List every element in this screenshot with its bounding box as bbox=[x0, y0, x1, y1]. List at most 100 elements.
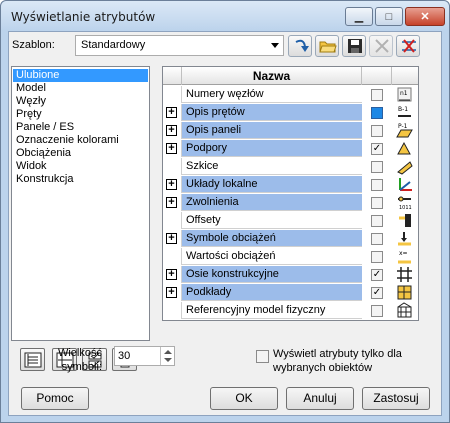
grid-row[interactable]: Wartości obciążeń x= bbox=[163, 248, 418, 265]
local-systems-icon bbox=[396, 176, 413, 193]
expand-row-button[interactable]: + bbox=[166, 143, 177, 154]
expand-row-button[interactable]: + bbox=[166, 179, 177, 190]
attribute-checkbox[interactable] bbox=[371, 107, 383, 119]
category-item-color-coding[interactable]: Oznaczenie kolorami bbox=[13, 134, 148, 147]
expand-row-button[interactable]: + bbox=[166, 287, 177, 298]
close-icon: ✕ bbox=[420, 11, 430, 23]
attribute-name: Numery węzłów bbox=[181, 86, 362, 103]
template-dropdown[interactable]: Standardowy bbox=[75, 35, 284, 56]
sketches-icon bbox=[396, 158, 413, 175]
attribute-name: Symbole obciążeń bbox=[181, 230, 362, 247]
expand-row-button[interactable]: + bbox=[166, 233, 177, 244]
expand-row-button[interactable]: + bbox=[166, 269, 177, 280]
node-numbers-icon: n1 bbox=[396, 86, 413, 103]
grid-row[interactable]: + Symbole obciążeń bbox=[163, 230, 418, 247]
attribute-checkbox[interactable] bbox=[371, 251, 383, 263]
grid-row[interactable]: + Układy lokalne bbox=[163, 176, 418, 193]
symbol-size-stepper[interactable]: 30 bbox=[114, 346, 175, 366]
open-folder-icon bbox=[319, 41, 337, 53]
attribute-name: Opis paneli bbox=[181, 122, 362, 139]
symbol-size-label-line2: symboli: bbox=[61, 361, 102, 373]
expand-row-button[interactable]: + bbox=[166, 197, 177, 208]
category-item-view[interactable]: Widok bbox=[13, 160, 148, 173]
attribute-checkbox[interactable] bbox=[371, 89, 383, 101]
attribute-checkbox[interactable]: ✓ bbox=[371, 287, 383, 299]
window-title: Wyświetlanie atrybutów bbox=[11, 10, 156, 24]
grid-row[interactable]: + Osie konstrukcyjne ✓ bbox=[163, 266, 418, 283]
attribute-checkbox[interactable] bbox=[371, 197, 383, 209]
attributes-grid: Nazwa Numery węzłów n1 + Opis prętów B-1 + Opi… bbox=[162, 66, 419, 321]
grid-row[interactable]: + Opis paneli P-1 bbox=[163, 122, 418, 139]
minimize-icon: ▁ bbox=[354, 11, 364, 23]
grid-row[interactable]: Referencyjny model fizyczny bbox=[163, 302, 418, 319]
attribute-checkbox[interactable] bbox=[371, 215, 383, 227]
maximize-button[interactable]: □ bbox=[375, 7, 403, 26]
category-list: Ulubione Model Węzły Pręty Panele / ES O… bbox=[11, 66, 150, 371]
grid-row[interactable]: Szkice bbox=[163, 158, 418, 175]
attribute-name: Wartości obciążeń bbox=[181, 248, 362, 265]
delete-icon bbox=[375, 39, 389, 53]
category-item-panels[interactable]: Panele / ES bbox=[13, 121, 148, 134]
help-button[interactable]: Pomoc bbox=[21, 387, 89, 410]
grid-row[interactable]: + Zwolnienia 1011 bbox=[163, 194, 418, 211]
dialog-client-area: Szablon: Standardowy Ulubione Model Węzł… bbox=[8, 31, 442, 416]
underlays-icon bbox=[396, 284, 413, 301]
category-item-bars[interactable]: Pręty bbox=[13, 108, 148, 121]
attribute-name: Osie konstrukcyjne bbox=[181, 266, 362, 283]
svg-text:P-1: P-1 bbox=[398, 123, 408, 130]
dialog-window: Wyświetlanie atrybutów ▁ □ ✕ Szablon: St… bbox=[0, 0, 450, 423]
attribute-name: Szkice bbox=[181, 158, 362, 175]
save-template-button[interactable] bbox=[342, 35, 366, 57]
grid-row[interactable]: Offsety bbox=[163, 212, 418, 229]
attribute-name: Układy lokalne bbox=[181, 176, 362, 193]
clear-attributes-button[interactable] bbox=[396, 35, 420, 57]
supports-icon bbox=[396, 140, 413, 157]
close-button[interactable]: ✕ bbox=[405, 7, 445, 26]
selected-only-checkbox[interactable] bbox=[256, 350, 269, 363]
svg-text:B-1: B-1 bbox=[398, 106, 408, 113]
chevron-down-icon[interactable] bbox=[164, 358, 172, 362]
minimize-button[interactable]: ▁ bbox=[345, 7, 373, 26]
cancel-button[interactable]: Anuluj bbox=[286, 387, 354, 410]
clear-icon bbox=[402, 39, 416, 53]
open-template-button[interactable] bbox=[315, 35, 339, 57]
delete-template-button[interactable] bbox=[369, 35, 393, 57]
category-item-loads[interactable]: Obciążenia bbox=[13, 147, 148, 160]
physical-model-icon bbox=[396, 302, 413, 319]
stepper-buttons[interactable] bbox=[160, 347, 174, 365]
attribute-checkbox[interactable]: ✓ bbox=[371, 143, 383, 155]
expand-row-button[interactable]: + bbox=[166, 125, 177, 136]
attribute-name: Offsety bbox=[181, 212, 362, 229]
title-bar: Wyświetlanie atrybutów ▁ □ ✕ bbox=[1, 1, 449, 31]
category-item-structure[interactable]: Konstrukcja bbox=[13, 173, 148, 186]
svg-text:1011: 1011 bbox=[399, 205, 412, 211]
attribute-checkbox[interactable] bbox=[371, 233, 383, 245]
expand-row-button[interactable]: + bbox=[166, 107, 177, 118]
reload-icon bbox=[295, 39, 309, 52]
chevron-down-icon bbox=[271, 43, 279, 48]
grid-row[interactable]: + Podpory ✓ bbox=[163, 140, 418, 157]
releases-icon: 1011 bbox=[396, 194, 413, 211]
grid-row[interactable]: + Opis prętów B-1 bbox=[163, 104, 418, 121]
grid-row[interactable]: + Podkłady ✓ bbox=[163, 284, 418, 301]
ok-button[interactable]: OK bbox=[210, 387, 278, 410]
chevron-up-icon[interactable] bbox=[164, 350, 172, 354]
attribute-checkbox[interactable] bbox=[371, 161, 383, 173]
grid-row[interactable]: Numery węzłów n1 bbox=[163, 86, 418, 103]
load-symbols-icon bbox=[396, 230, 413, 247]
category-item-model[interactable]: Model bbox=[13, 82, 148, 95]
expand-all-button[interactable] bbox=[20, 348, 45, 371]
maximize-icon: □ bbox=[385, 10, 393, 23]
attribute-checkbox[interactable] bbox=[371, 305, 383, 317]
category-item-favorites[interactable]: Ulubione bbox=[13, 69, 148, 82]
attribute-checkbox[interactable]: ✓ bbox=[371, 269, 383, 281]
reload-template-button[interactable] bbox=[288, 35, 312, 57]
selected-only-label-line2: wybranych obiektów bbox=[273, 362, 373, 374]
attribute-checkbox[interactable] bbox=[371, 125, 383, 137]
attribute-name: Opis prętów bbox=[181, 104, 362, 121]
category-item-nodes[interactable]: Węzły bbox=[13, 95, 148, 108]
apply-button[interactable]: Zastosuj bbox=[362, 387, 430, 410]
attribute-checkbox[interactable] bbox=[371, 179, 383, 191]
column-header-name: Nazwa bbox=[181, 67, 362, 85]
column-header-check bbox=[362, 67, 392, 85]
